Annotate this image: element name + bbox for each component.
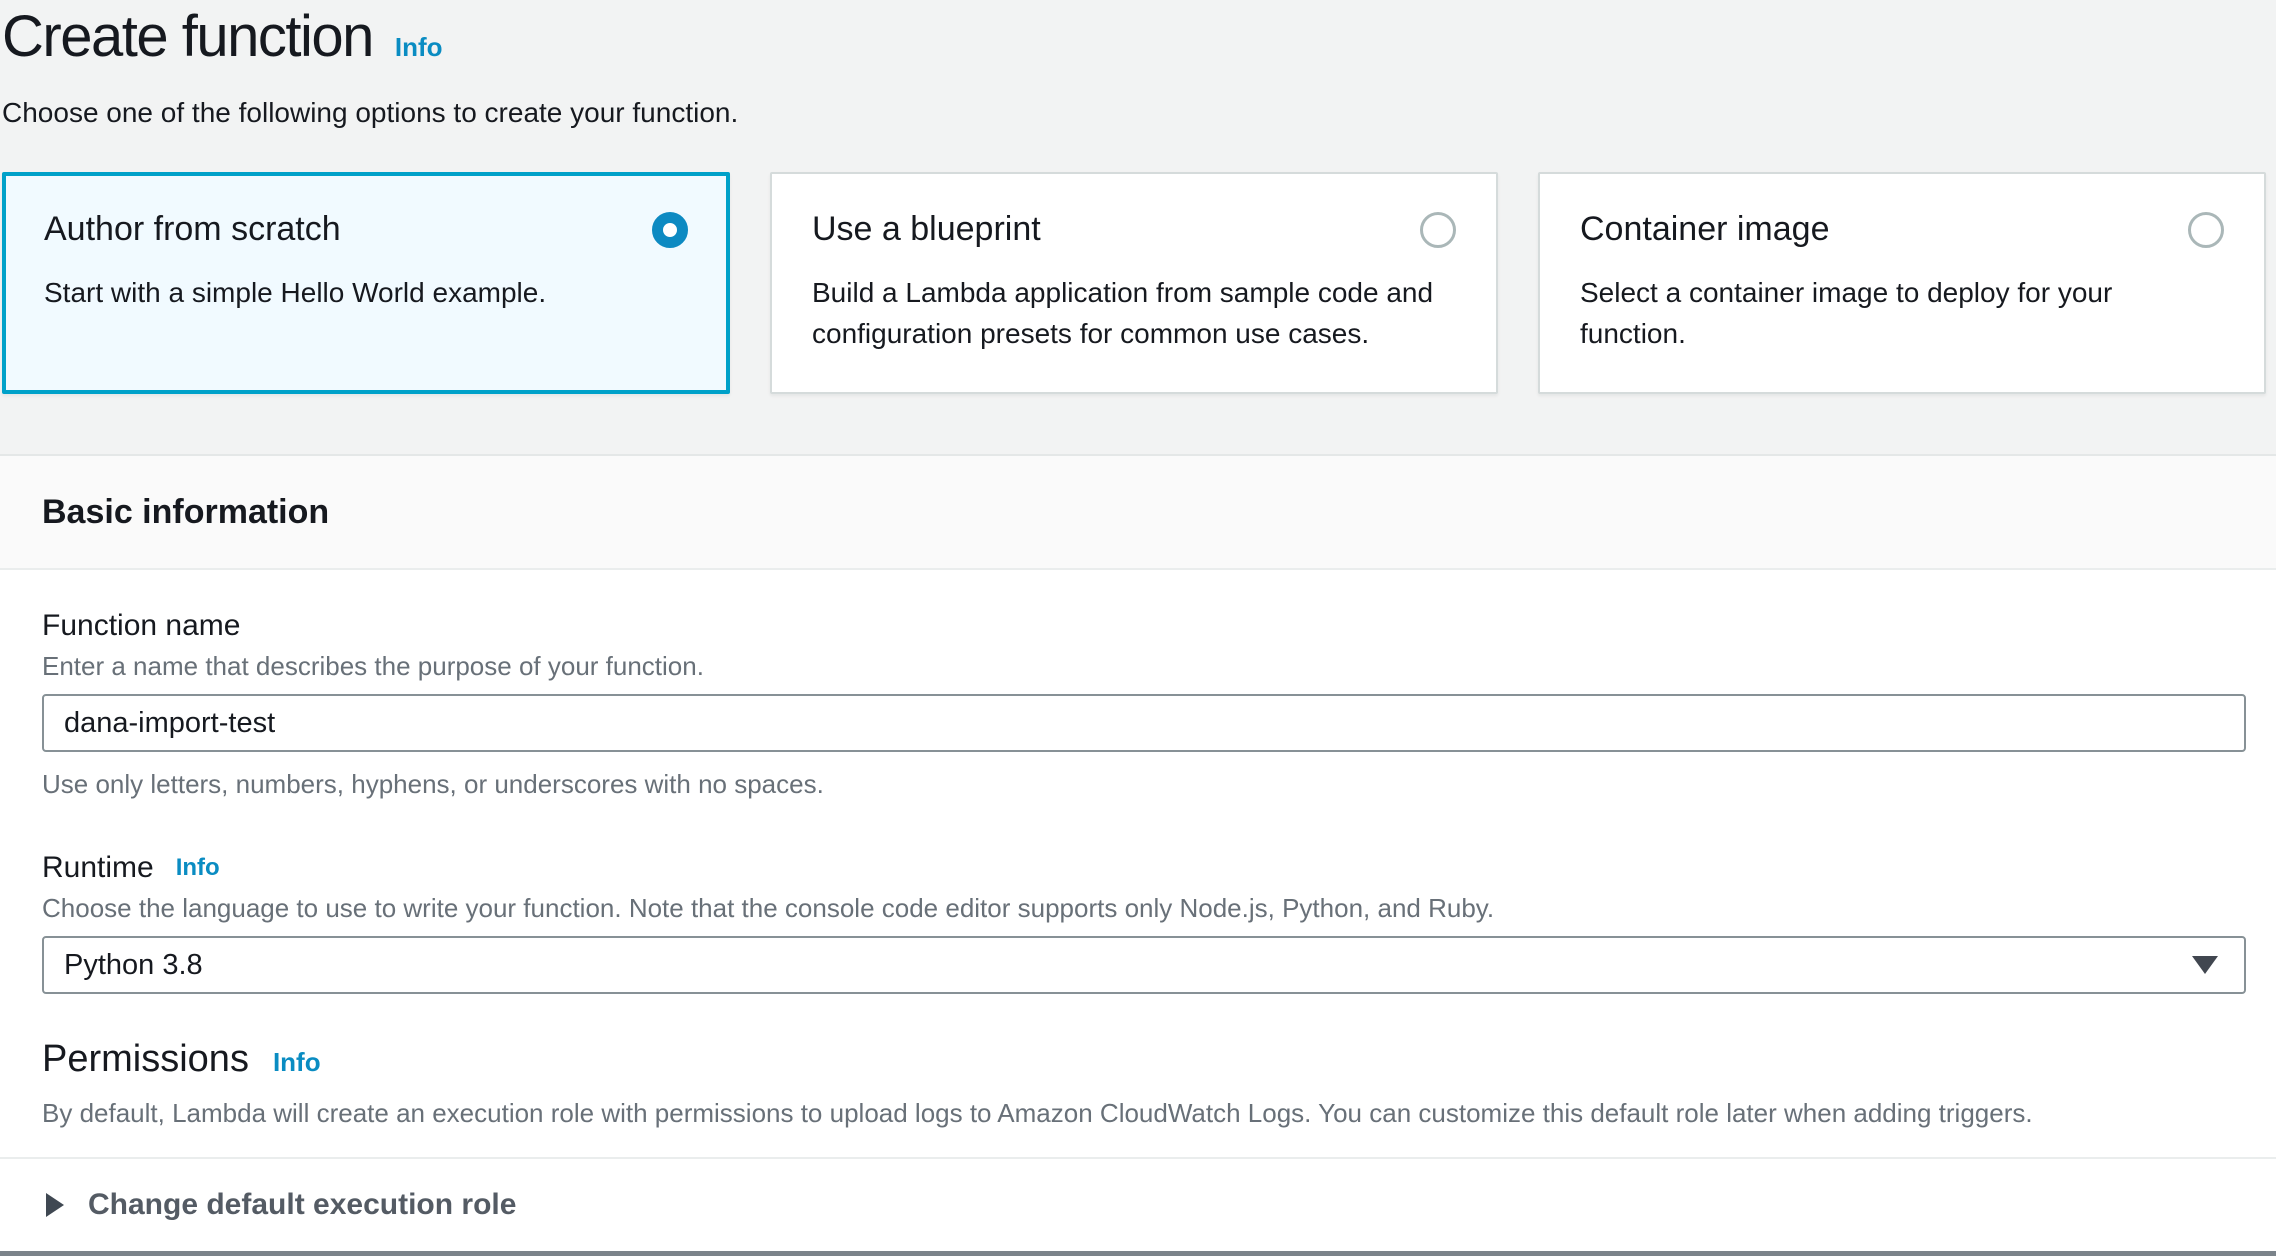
option-card-author-from-scratch[interactable]: Author from scratch Start with a simple … <box>2 172 730 394</box>
page-header: Create function Info Choose one of the f… <box>0 0 2276 130</box>
function-name-label: Function name <box>42 608 2246 644</box>
function-name-hint: Use only letters, numbers, hyphens, or u… <box>42 768 2246 800</box>
option-card-title: Use a blueprint <box>812 210 1041 249</box>
radio-button-selected-icon[interactable] <box>652 212 688 248</box>
permissions-heading: Permissions <box>42 1038 249 1081</box>
option-card-container-image[interactable]: Container image Select a container image… <box>1538 172 2266 394</box>
function-name-field-group: Function name Enter a name that describe… <box>42 608 2246 800</box>
title-info-link[interactable]: Info <box>395 32 443 63</box>
function-name-input[interactable] <box>42 694 2246 752</box>
runtime-label: Runtime <box>42 850 154 886</box>
caret-down-icon <box>2192 956 2218 974</box>
runtime-select[interactable]: Python 3.8 <box>42 936 2246 994</box>
panel-body: Function name Enter a name that describe… <box>0 570 2276 1129</box>
runtime-help: Choose the language to use to write your… <box>42 892 2246 924</box>
page-subtitle: Choose one of the following options to c… <box>2 96 2266 130</box>
change-default-execution-role-expander[interactable]: Change default execution role <box>0 1159 2276 1251</box>
basic-information-panel: Basic information Function name Enter a … <box>0 454 2276 1256</box>
permissions-description: By default, Lambda will create an execut… <box>42 1097 2246 1129</box>
panel-header: Basic information <box>0 456 2276 570</box>
option-card-description: Select a container image to deploy for y… <box>1580 273 2224 354</box>
bottom-divider <box>0 1251 2276 1256</box>
radio-button-icon[interactable] <box>1420 212 1456 248</box>
option-card-title: Author from scratch <box>44 210 341 249</box>
create-function-page: Create function Info Choose one of the f… <box>0 0 2276 1238</box>
caret-right-icon <box>46 1193 64 1217</box>
option-card-description: Build a Lambda application from sample c… <box>812 273 1456 354</box>
page-title: Create function <box>2 4 373 70</box>
expander-label: Change default execution role <box>88 1187 516 1223</box>
option-card-use-a-blueprint[interactable]: Use a blueprint Build a Lambda applicati… <box>770 172 1498 394</box>
runtime-field-group: Runtime Info Choose the language to use … <box>42 850 2246 994</box>
runtime-info-link[interactable]: Info <box>176 854 220 882</box>
radio-button-icon[interactable] <box>2188 212 2224 248</box>
runtime-selected-value: Python 3.8 <box>64 949 203 982</box>
option-card-description: Start with a simple Hello World example. <box>44 273 688 314</box>
basic-information-heading: Basic information <box>42 493 329 532</box>
function-name-help: Enter a name that describes the purpose … <box>42 650 2246 682</box>
permissions-info-link[interactable]: Info <box>273 1047 321 1078</box>
creation-option-cards: Author from scratch Start with a simple … <box>2 172 2266 394</box>
option-card-title: Container image <box>1580 210 1829 249</box>
